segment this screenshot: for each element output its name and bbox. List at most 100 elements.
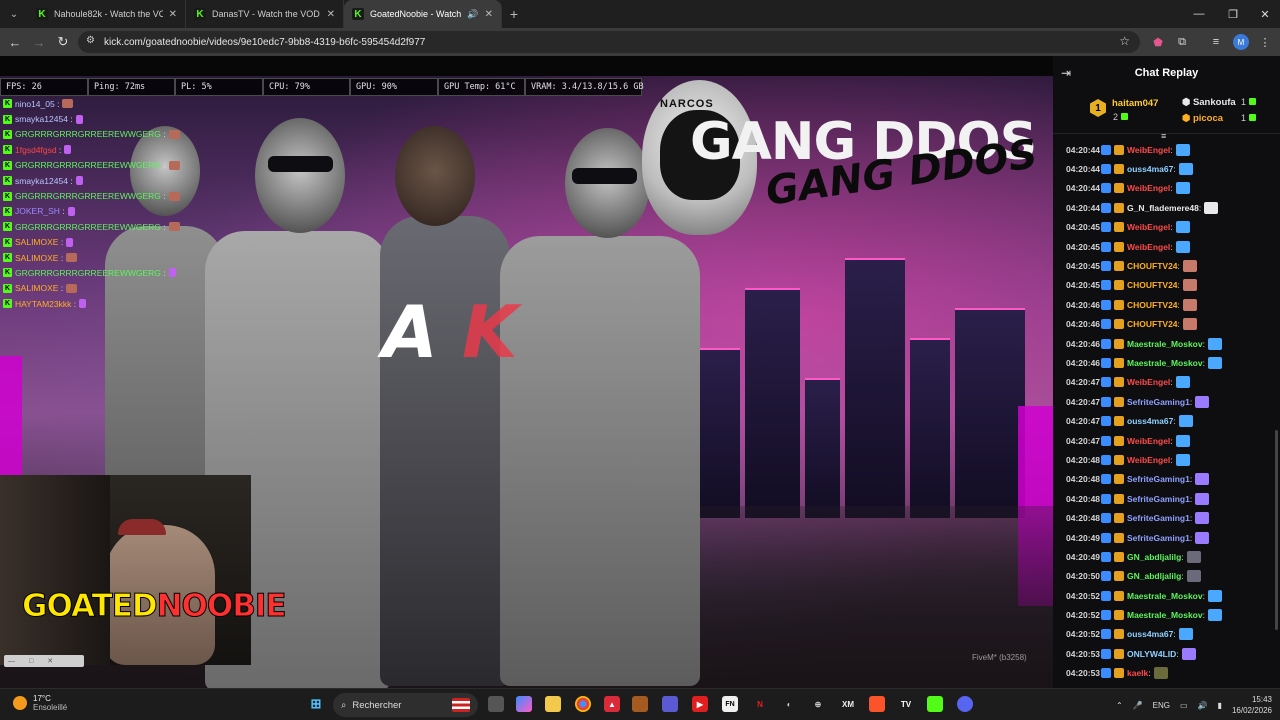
chat-message: 04:20:47 WeibEngel: [1053, 431, 1280, 450]
message-user[interactable]: CHOUFTV24 [1127, 300, 1178, 310]
message-user[interactable]: Maestrale_Moskov [1127, 358, 1203, 368]
subscriber-badge-icon [1114, 474, 1124, 485]
message-user[interactable]: ouss4ma67 [1127, 416, 1173, 426]
language-indicator[interactable]: ENG [1153, 701, 1170, 710]
extensions-puzzle-icon[interactable]: ⧉ [1174, 34, 1190, 50]
chat-scrollbar[interactable] [1275, 430, 1278, 630]
message-time: 04:20:53 [1066, 668, 1101, 679]
video-player[interactable]: FPS: 26 Ping: 72ms PL: 5% CPU: 79% GPU: … [0, 56, 1053, 688]
network-icon[interactable]: ▭ [1180, 701, 1188, 710]
new-tab-button[interactable]: + [502, 6, 526, 22]
address-bar[interactable]: ⚙ kick.com/goatednoobie/videos/9e10edc7-… [78, 31, 1140, 53]
battery-icon[interactable]: ▮ [1218, 701, 1222, 710]
stream-chat-line: K SALIMOXE : [0, 281, 180, 296]
message-user[interactable]: G_N_flademere48 [1127, 203, 1199, 213]
xm-app-icon[interactable]: XM [840, 696, 856, 712]
message-user[interactable]: CHOUFTV24 [1127, 280, 1178, 290]
site-info-icon[interactable]: ⚙ [86, 35, 95, 46]
media-control-icon[interactable]: ≡ [1208, 34, 1224, 50]
audio-playing-icon[interactable]: 🔊 [467, 9, 478, 20]
close-tab-icon[interactable]: ✕ [327, 9, 335, 20]
browser-menu-icon[interactable]: ⋮ [1257, 34, 1273, 50]
mini-close-icon[interactable]: ✕ [47, 657, 53, 665]
emote-icon [1153, 667, 1168, 680]
profile-avatar[interactable]: M [1233, 34, 1249, 50]
message-user[interactable]: SefriteGaming1 [1127, 513, 1190, 523]
subscriber-badge-icon [1114, 164, 1124, 175]
show-hidden-icons-icon[interactable]: ⌃ [1116, 701, 1123, 710]
minimize-icon[interactable]: — [1182, 0, 1216, 28]
badge-icon [1101, 183, 1111, 194]
message-user[interactable]: ONLYW4LID [1127, 649, 1176, 659]
message-user[interactable]: CHOUFTV24 [1127, 319, 1178, 329]
message-user[interactable]: GN_abdljalilg [1127, 571, 1181, 581]
overlay-mini-controls[interactable]: — □ ✕ [4, 655, 84, 667]
taskbar-search[interactable]: ⌕ Rechercher [333, 693, 478, 717]
forward-icon[interactable]: → [27, 35, 51, 50]
stream-chat-user: HAYTAM23kkk [15, 298, 72, 309]
tab-search-icon[interactable]: ⌄ [0, 0, 28, 28]
close-window-icon[interactable]: ✕ [1248, 0, 1280, 28]
message-user[interactable]: SefriteGaming1 [1127, 533, 1190, 543]
back-icon[interactable]: ← [3, 35, 27, 50]
mini-minimize-icon[interactable]: — [8, 658, 15, 665]
kick-app-icon[interactable] [927, 696, 943, 712]
mini-maximize-icon[interactable]: □ [29, 658, 33, 665]
start-windows-icon[interactable]: ⊞ [308, 696, 324, 712]
message-user[interactable]: kaelk [1127, 668, 1148, 678]
steam-icon[interactable]: ◐ [781, 696, 797, 712]
close-tab-icon[interactable]: ✕ [169, 9, 177, 20]
badge-icon [1101, 454, 1111, 465]
app-icon[interactable] [632, 696, 648, 712]
app-icon[interactable]: ▲ [604, 696, 620, 712]
brave-icon[interactable] [869, 696, 885, 712]
tab-nahoule[interactable]: K Nahoule82k - Watch the VOD o ✕ [28, 0, 186, 28]
tab-danastv[interactable]: K DanasTV - Watch the VOD on K ✕ [186, 0, 344, 28]
message-user[interactable]: WeibEngel [1127, 242, 1170, 252]
clock[interactable]: 15:43 16/02/2026 [1232, 694, 1272, 716]
tradingview-icon[interactable]: TV [898, 696, 914, 712]
reload-icon[interactable]: ↻ [51, 34, 75, 50]
leader-name[interactable]: haitam047 [1112, 98, 1158, 109]
message-user[interactable]: GN_abdljalilg [1127, 552, 1181, 562]
message-user[interactable]: WeibEngel [1127, 145, 1170, 155]
badge-icon [1101, 280, 1111, 291]
maximize-icon[interactable]: ❐ [1216, 0, 1250, 28]
message-user[interactable]: WeibEngel [1127, 436, 1170, 446]
task-view-icon[interactable] [488, 696, 504, 712]
chat-message: 04:20:45 CHOUFTV24: [1053, 256, 1280, 275]
message-user[interactable]: SefriteGaming1 [1127, 494, 1190, 504]
close-tab-icon[interactable]: ✕ [485, 9, 493, 20]
volume-icon[interactable]: 🔊 [1198, 701, 1208, 710]
message-user[interactable]: WeibEngel [1127, 183, 1170, 193]
weather-widget[interactable]: 17°C Ensoleillé [13, 694, 67, 712]
message-user[interactable]: CHOUFTV24 [1127, 261, 1178, 271]
tab-goatednoobie[interactable]: K GoatedNoobie - Watch the 🔊 ✕ [344, 0, 502, 28]
chrome-icon[interactable] [575, 696, 591, 712]
discord-icon[interactable] [957, 696, 973, 712]
message-user[interactable]: WeibEngel [1127, 455, 1170, 465]
message-user[interactable]: Maestrale_Moskov [1127, 591, 1203, 601]
leader-name[interactable]: ⬢ picoca [1182, 113, 1223, 124]
teams-icon[interactable] [662, 696, 678, 712]
fn-app-icon[interactable]: FN [722, 696, 738, 712]
message-user[interactable]: WeibEngel [1127, 222, 1170, 232]
copilot-icon[interactable] [516, 696, 532, 712]
message-time: 04:20:46 [1066, 319, 1101, 330]
bookmark-star-icon[interactable]: ☆ [1119, 34, 1130, 48]
app-icon[interactable]: ⊕ [810, 696, 826, 712]
message-user[interactable]: WeibEngel [1127, 377, 1170, 387]
extension-icon[interactable]: ⬟ [1150, 34, 1166, 50]
message-user[interactable]: ouss4ma67 [1127, 164, 1173, 174]
message-user[interactable]: Maestrale_Moskov [1127, 339, 1203, 349]
message-user[interactable]: Maestrale_Moskov [1127, 610, 1203, 620]
message-user[interactable]: SefriteGaming1 [1127, 397, 1190, 407]
microphone-icon[interactable]: 🎤 [1133, 701, 1143, 710]
file-explorer-icon[interactable] [545, 696, 561, 712]
message-user[interactable]: ouss4ma67 [1127, 629, 1173, 639]
leader-name[interactable]: ⬢ Sankoufa [1182, 97, 1236, 108]
netflix-icon[interactable]: N [752, 696, 768, 712]
message-user[interactable]: SefriteGaming1 [1127, 474, 1190, 484]
subscriber-badge-icon [1114, 590, 1124, 601]
youtube-icon[interactable]: ▶ [692, 696, 708, 712]
